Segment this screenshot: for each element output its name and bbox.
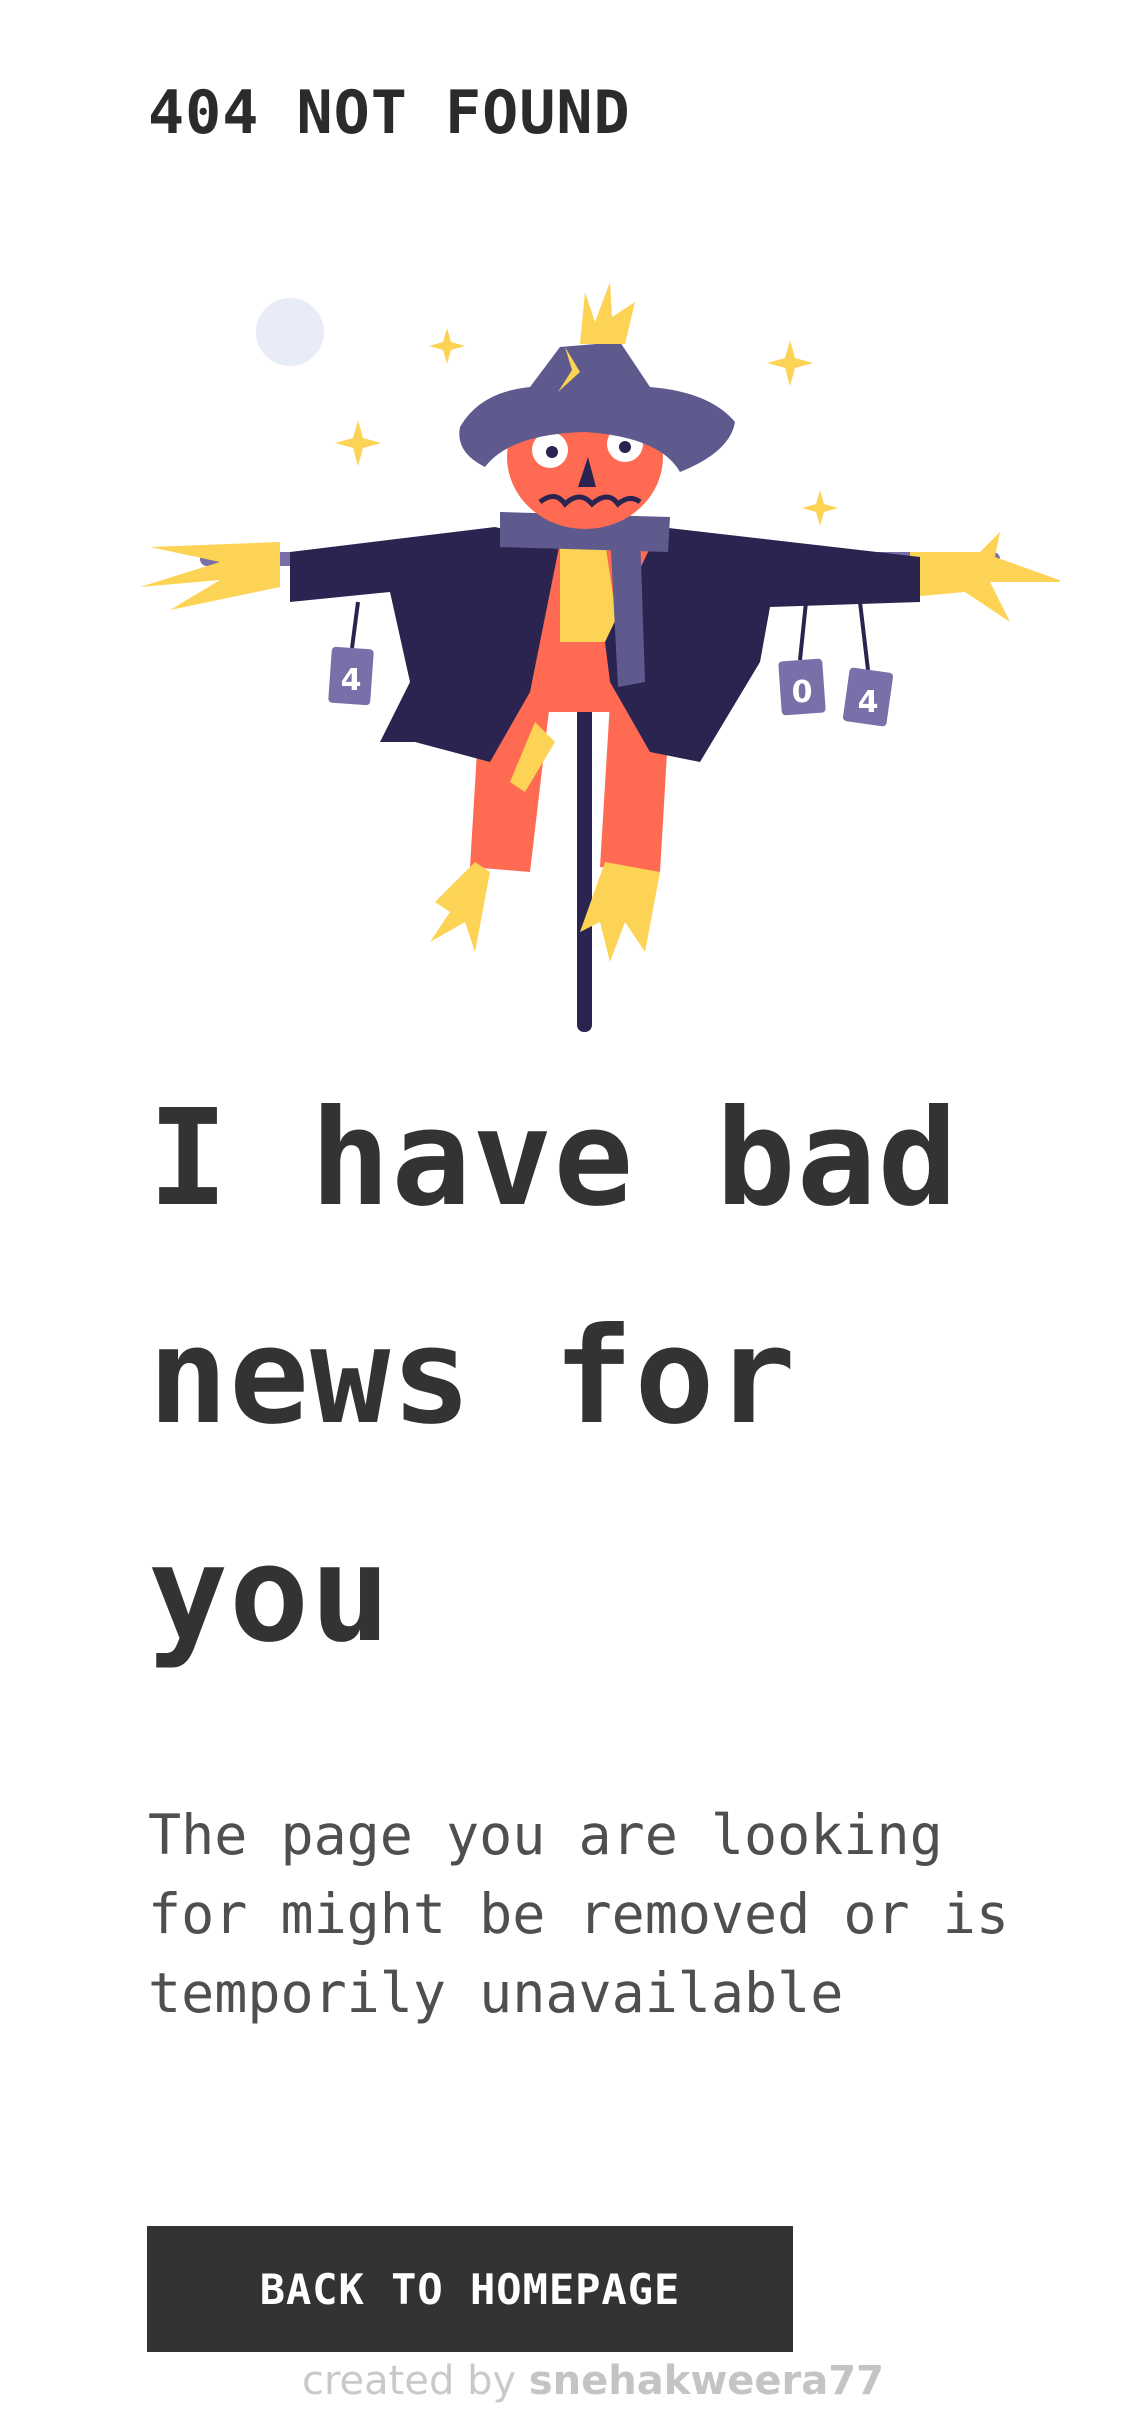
- brand-title: 404 NOT FOUND: [148, 78, 631, 148]
- credit-prefix: created by: [302, 2358, 517, 2404]
- scarecrow-illustration: 4 0 4: [140, 282, 1060, 1032]
- can-label-2: 0: [792, 675, 813, 710]
- not-found-page: 404 NOT FOUND 4 0 4 I have bad news for …: [0, 0, 1125, 2436]
- can-label-1: 4: [341, 663, 362, 698]
- page-description: The page you are looking for might be re…: [148, 1803, 1009, 2025]
- footer-credit: created by snehakweera77: [302, 2358, 884, 2404]
- back-to-homepage-button[interactable]: BACK TO HOMEPAGE: [147, 2226, 793, 2352]
- credit-author-link[interactable]: snehakweera77: [529, 2358, 884, 2404]
- moon-icon: [256, 298, 324, 366]
- page-headline: I have bad news for you: [148, 1082, 959, 1672]
- can-label-3: 4: [858, 685, 879, 720]
